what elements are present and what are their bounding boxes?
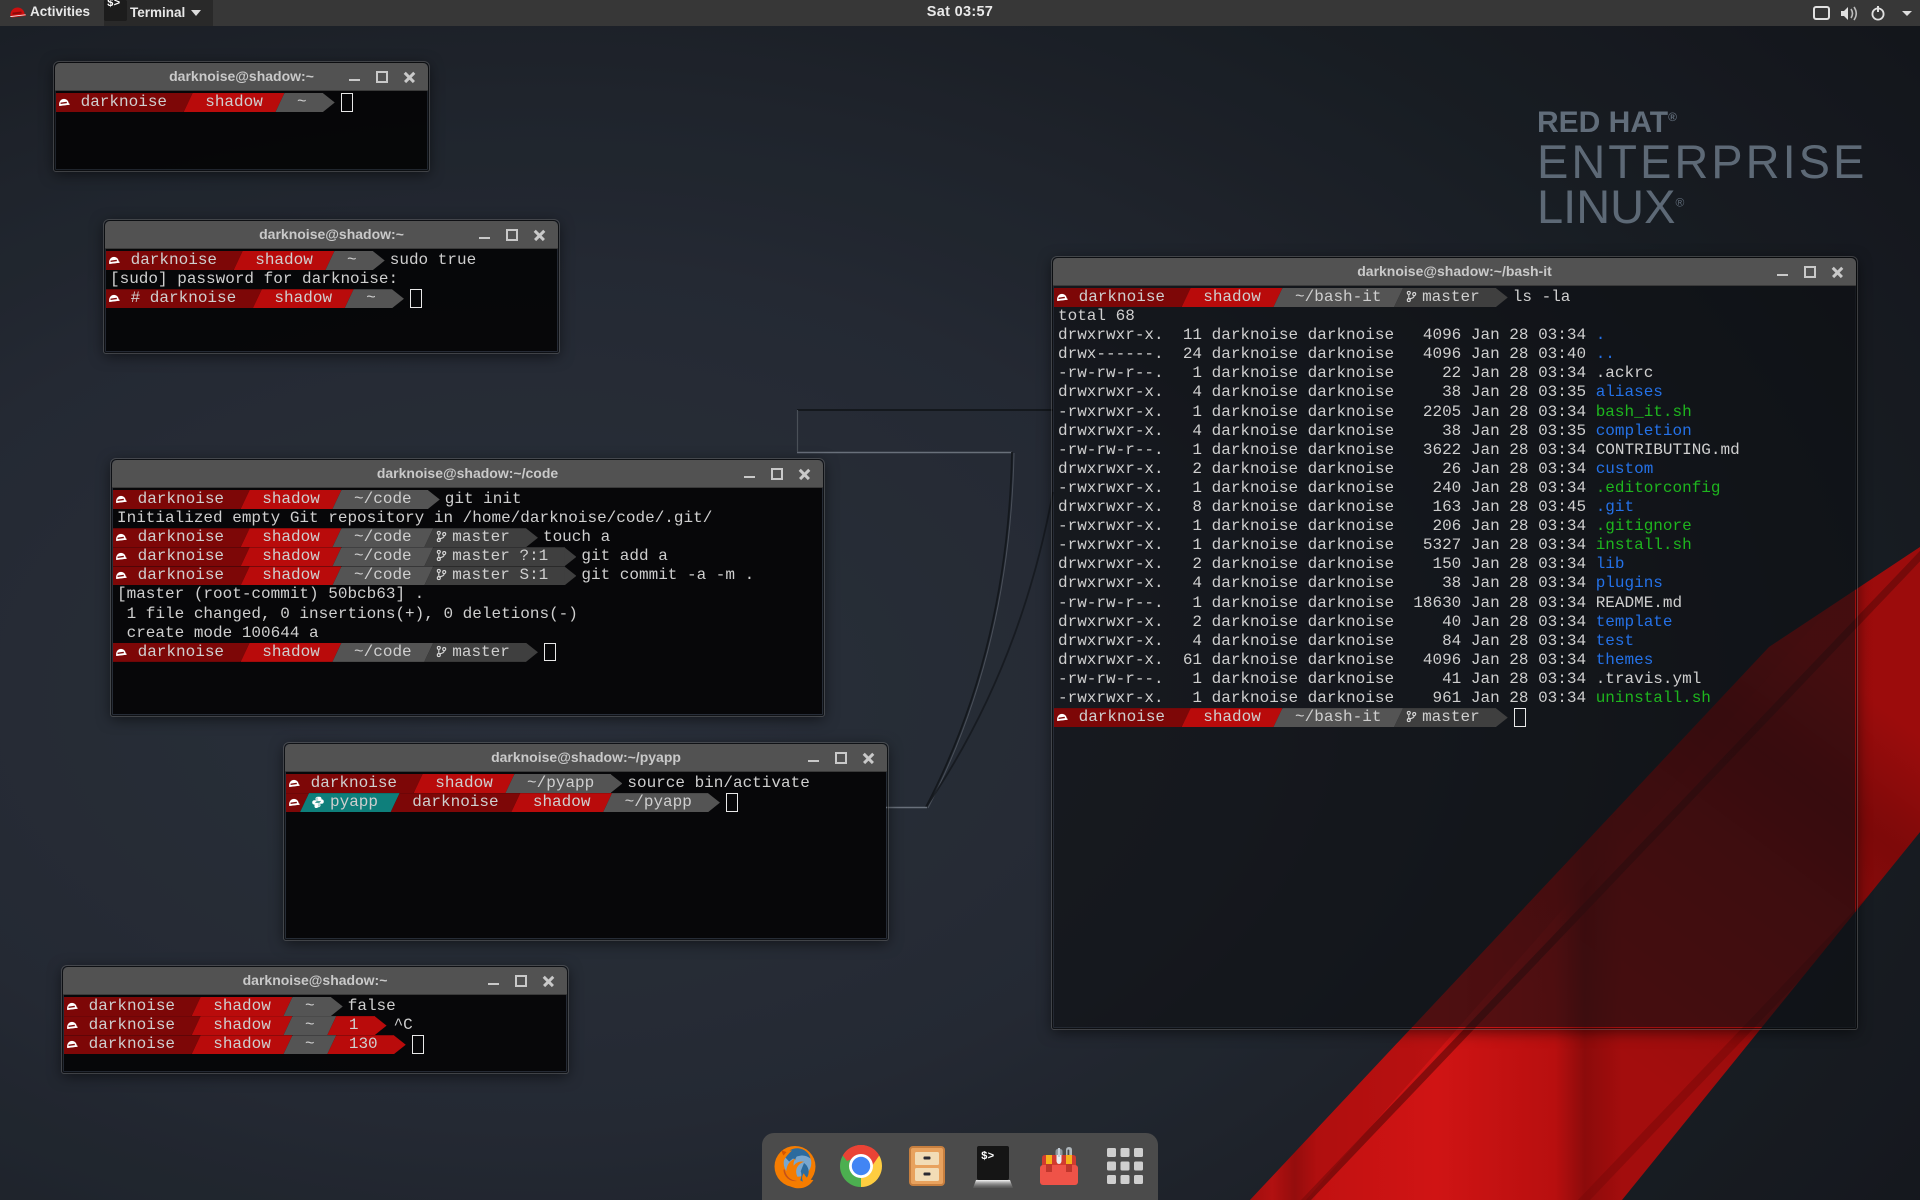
svg-text:$>: $> xyxy=(981,1151,995,1163)
